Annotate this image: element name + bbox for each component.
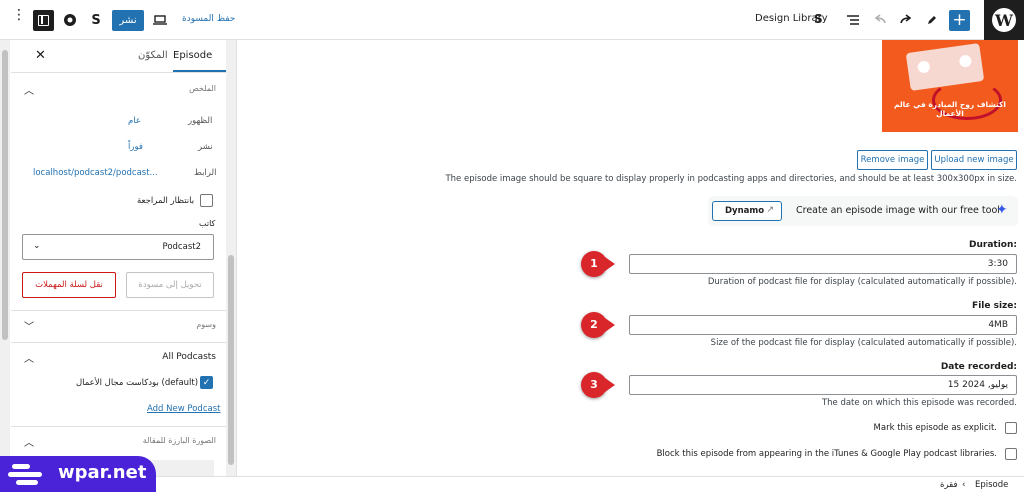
editor-top-bar: W + Design Library S حفظ المسودة نشر S ⋮ <box>0 0 1024 40</box>
divider <box>11 426 226 427</box>
podcast-checkbox[interactable]: ✓ <box>200 376 213 389</box>
visibility-label: الظهور <box>188 116 213 126</box>
options-icon[interactable]: ⋮ <box>12 8 26 22</box>
wordpress-logo[interactable]: W <box>984 0 1024 40</box>
author-value: Podcast2 <box>162 242 201 252</box>
explicit-checkbox[interactable] <box>1005 422 1017 434</box>
author-label: كاتب <box>199 219 216 228</box>
dynamo-label: Dynamo <box>725 206 765 216</box>
settings-sidebar-toggle[interactable] <box>33 10 54 31</box>
block-episode-label: Block this episode from appearing in the… <box>656 449 997 459</box>
chevron-up-icon: ︿ <box>24 86 34 97</box>
wpar-watermark: wpar.net <box>0 456 156 492</box>
sidebar-scrollbar-thumb[interactable] <box>228 255 234 465</box>
chevron-down-icon: ⌄ <box>33 241 41 251</box>
filesize-value: 4MB <box>988 320 1008 330</box>
date-recorded-label: Date recorded: <box>940 362 1017 372</box>
annotation-pointer <box>605 378 615 392</box>
external-link-icon: ↗ <box>766 205 774 215</box>
summary-title: الملخص <box>189 84 216 93</box>
publish-value[interactable]: فوراً <box>128 142 143 152</box>
visibility-value[interactable]: عام <box>128 116 141 126</box>
stackable-icon[interactable]: S <box>86 10 106 30</box>
pencil-icon[interactable] <box>922 10 942 30</box>
remove-image-button[interactable]: Remove image <box>857 150 928 170</box>
active-tab-indicator <box>173 70 226 72</box>
pending-review-checkbox[interactable] <box>200 194 213 207</box>
chevron-down-icon: ﹀ <box>24 322 34 333</box>
settings-sidebar: Episode المكوّن ✕ الملخص ︿ الظهور عام نش… <box>0 40 237 476</box>
dynamo-text: Create an episode image with our free to… <box>796 205 1000 216</box>
move-to-trash-button[interactable]: نقل لسلة المهملات <box>22 272 116 298</box>
featured-image-panel-header[interactable]: الصورة البارزة للمقالة ︿ <box>11 434 226 454</box>
document-overview-icon[interactable] <box>843 10 863 30</box>
yoast-icon[interactable] <box>60 10 80 30</box>
image-help-text: The episode image should be square to di… <box>445 174 1017 184</box>
pending-review-label: بانتظار المراجعة <box>137 196 195 206</box>
podcasts-panel-header[interactable]: All Podcasts ︿ <box>11 350 226 370</box>
tab-block[interactable]: المكوّن <box>138 50 168 61</box>
desktop-preview-icon[interactable] <box>150 10 170 30</box>
duration-value: 3:30 <box>987 259 1008 269</box>
tab-episode[interactable]: Episode <box>173 50 212 61</box>
link-value[interactable]: localhost/podcast2/podcast... <box>33 168 158 178</box>
block-episode-checkbox[interactable] <box>1005 448 1017 460</box>
filesize-input[interactable]: 4MB <box>629 315 1017 335</box>
episode-image: اكتشاف روح المبادرة في عالم الأعمال <box>882 40 1018 132</box>
annotation-pointer <box>605 318 615 332</box>
watermark-text: wpar.net <box>58 462 147 483</box>
chevron-up-icon: ︿ <box>24 438 34 449</box>
chevron-up-icon: ︿ <box>24 354 34 365</box>
annotation-marker: 3 <box>581 372 607 398</box>
filesize-help: Size of the podcast file for display (ca… <box>710 338 1017 348</box>
save-draft-link[interactable]: حفظ المسودة <box>182 14 235 24</box>
sparkle-icon: ✦ <box>996 202 1008 218</box>
date-recorded-input[interactable]: 15 يوليو, 2024 <box>629 375 1017 395</box>
add-new-podcast-link[interactable]: Add New Podcast <box>147 404 220 414</box>
add-block-button[interactable]: + <box>949 10 970 31</box>
dynamo-promo: Dynamo ↗ Create an episode image with ou… <box>708 196 1018 226</box>
scrollbar-thumb[interactable] <box>2 50 8 340</box>
publish-button[interactable]: نشر <box>112 10 144 31</box>
podcast-option-label: بودكاست مجال الأعمال (default) <box>76 378 199 388</box>
episode-meta-panel: اكتشاف روح المبادرة في عالم الأعمال Uplo… <box>237 40 1024 476</box>
redo-icon[interactable] <box>896 10 916 30</box>
filesize-label: File size: <box>972 301 1017 311</box>
undo-icon[interactable] <box>870 10 890 30</box>
editor-screen: W + Design Library S حفظ المسودة نشر S ⋮ <box>0 0 1024 492</box>
summary-panel-header[interactable]: الملخص ︿ <box>11 82 226 102</box>
close-icon[interactable]: ✕ <box>35 48 46 63</box>
divider <box>11 342 226 343</box>
link-label: الرابط <box>194 168 217 178</box>
tags-title: وسوم <box>196 320 216 329</box>
annotation-marker: 1 <box>581 251 607 277</box>
duration-help: Duration of podcast file for display (ca… <box>707 277 1017 287</box>
divider <box>11 310 226 311</box>
annotation-marker: 2 <box>581 312 607 338</box>
duration-input[interactable]: 3:30 <box>629 254 1017 274</box>
featured-image-title: الصورة البارزة للمقالة <box>142 436 216 445</box>
switch-to-draft-button[interactable]: تحويل إلى مسودة <box>126 272 214 298</box>
wpar-logo-icon <box>8 464 44 485</box>
tags-panel-header[interactable]: وسوم ﹀ <box>11 318 226 338</box>
date-recorded-value: 15 يوليو, 2024 <box>947 380 1008 390</box>
podcasts-title: All Podcasts <box>162 352 216 362</box>
date-recorded-help: The date on which this episode was recor… <box>821 398 1017 408</box>
episode-image-caption: اكتشاف روح المبادرة في عالم الأعمال <box>893 100 1006 118</box>
dynamo-button[interactable]: Dynamo ↗ <box>712 201 782 221</box>
upload-new-image-button[interactable]: Upload new image <box>931 150 1017 170</box>
explicit-label: Mark this episode as explicit. <box>873 423 997 433</box>
breadcrumb-episode[interactable]: Episode <box>975 480 1008 490</box>
author-select[interactable]: Podcast2 ⌄ <box>22 234 214 260</box>
breadcrumb-separator: ‹ <box>962 480 966 490</box>
sidebar-tabs: Episode المكوّن ✕ <box>11 40 226 73</box>
annotation-pointer <box>605 257 615 271</box>
publish-label: نشر <box>198 142 213 152</box>
breadcrumb-paragraph[interactable]: فقرة <box>940 480 958 490</box>
duration-label: Duration: <box>969 240 1017 250</box>
stackable-icon: S <box>814 12 823 26</box>
